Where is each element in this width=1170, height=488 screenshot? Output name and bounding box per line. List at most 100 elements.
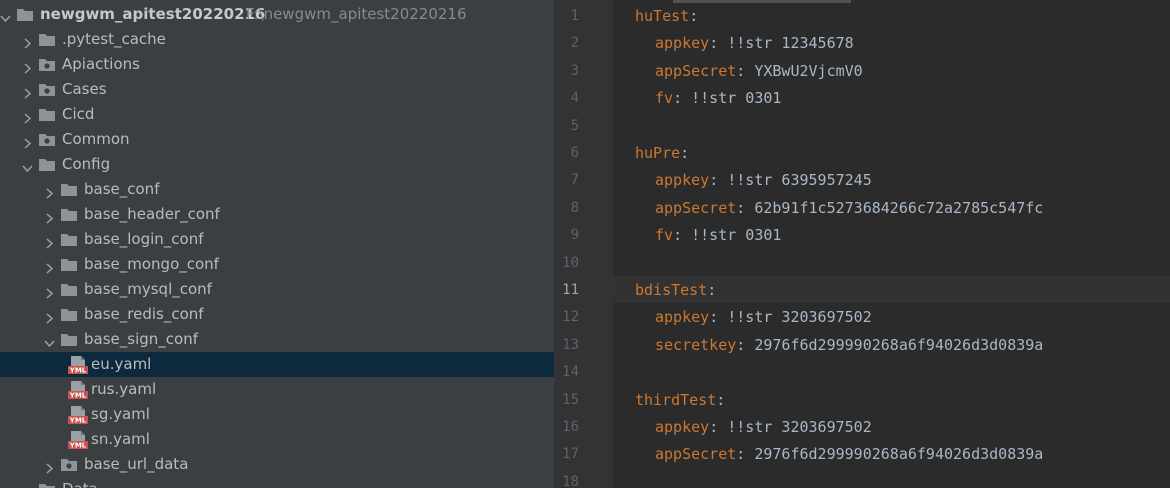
tree-node-newgwm-apitest20220216[interactable]: newgwm_apitest20220216 F:\newgwm_apitest2…	[0, 2, 554, 27]
folder-svg	[61, 209, 77, 221]
line-number: 18	[562, 473, 579, 488]
yaml-value: !!str 3203697502	[727, 308, 872, 327]
chevron-right-icon[interactable]	[22, 484, 33, 488]
code-line[interactable]: appSecret: 2976f6d299990268a6f94026d3d08…	[613, 440, 1170, 467]
chevron-right-icon[interactable]	[22, 34, 33, 49]
folder-svg	[17, 9, 33, 21]
chevron-right-icon[interactable]	[22, 134, 33, 149]
code-line[interactable]: bdisTest:	[613, 276, 1170, 303]
chevron-down-icon[interactable]	[44, 334, 55, 348]
chevron-right-icon[interactable]	[44, 234, 55, 249]
chevron-down-icon[interactable]	[0, 9, 11, 23]
tree-node-data[interactable]: Data	[0, 477, 554, 488]
code-line-text: bdisTest:	[635, 280, 716, 300]
chevron-down-icon[interactable]	[22, 159, 33, 173]
chevron-down-svg	[22, 165, 33, 173]
code-editor[interactable]: huTest: appkey: !!str 12345678 appSecret: …	[613, 0, 1170, 488]
code-line[interactable]: huPre:	[613, 139, 1170, 166]
code-line[interactable]: fv: !!str 0301	[613, 84, 1170, 111]
tree-node-base-url-data[interactable]: base_url_data	[0, 452, 554, 477]
code-line[interactable]: secretkey: 2976f6d299990268a6f94026d3d08…	[613, 331, 1170, 358]
chevron-right-icon[interactable]	[44, 184, 55, 199]
line-number: 1	[570, 8, 579, 24]
tree-node-base-conf[interactable]: base_conf	[0, 177, 554, 202]
code-line[interactable]: appkey: !!str 3203697502	[613, 413, 1170, 440]
tree-node-eu-yaml[interactable]: YML eu.yaml	[0, 352, 554, 377]
code-line-text: appSecret: 62b91f1c5273684266c72a2785c54…	[655, 198, 1043, 218]
tree-node-base-mongo-conf[interactable]: base_mongo_conf	[0, 252, 554, 277]
tree-node-label: Cicd	[62, 105, 95, 123]
code-line[interactable]	[613, 358, 1170, 385]
tree-node-cases[interactable]: Cases	[0, 77, 554, 102]
line-number: 7	[570, 172, 579, 189]
code-line[interactable]: fv: !!str 0301	[613, 221, 1170, 248]
tree-node-label: base_sign_conf	[84, 330, 198, 348]
yaml-key: appSecret	[655, 198, 737, 217]
code-line[interactable]: appkey: !!str 6395957245	[613, 166, 1170, 193]
yaml-value: YXBwU2VjcmV0	[754, 61, 863, 80]
folder-svg	[61, 309, 77, 321]
tree-node-sn-yaml[interactable]: YML sn.yaml	[0, 427, 554, 452]
folder-icon	[60, 307, 78, 322]
yaml-separator: :	[673, 89, 692, 108]
code-line[interactable]: huTest:	[613, 2, 1170, 29]
folder-icon	[60, 207, 78, 222]
yaml-key: fv	[655, 89, 674, 108]
code-line[interactable]: appSecret: YXBwU2VjcmV0	[613, 57, 1170, 84]
chevron-right-icon[interactable]	[44, 209, 55, 224]
chevron-right-icon[interactable]	[44, 309, 55, 324]
code-line-text: appkey: !!str 3203697502	[655, 417, 872, 437]
yaml-separator: :	[736, 335, 755, 354]
folder-svg	[61, 259, 77, 271]
chevron-right-icon[interactable]	[44, 284, 55, 299]
yaml-value: !!str 0301	[691, 89, 782, 108]
chevron-right-svg	[24, 113, 32, 124]
tree-node-base-header-conf[interactable]: base_header_conf	[0, 202, 554, 227]
folder-icon	[38, 107, 56, 122]
line-number: 11	[562, 282, 579, 298]
yaml-file-icon: YML	[68, 430, 88, 450]
tree-node-base-redis-conf[interactable]: base_redis_conf	[0, 302, 554, 327]
tree-node-base-sign-conf[interactable]: base_sign_conf	[0, 327, 554, 352]
code-line[interactable]	[613, 468, 1170, 488]
tree-node-config[interactable]: Config	[0, 152, 554, 177]
tree-node-common[interactable]: Common	[0, 127, 554, 152]
yaml-key: appSecret	[655, 445, 737, 464]
tree-node-label: base_redis_conf	[84, 305, 204, 323]
code-line[interactable]	[613, 112, 1170, 139]
yaml-file-svg: YML	[68, 356, 88, 375]
line-number: 3	[570, 62, 579, 79]
chevron-right-icon[interactable]	[22, 84, 33, 99]
tree-node-base-login-conf[interactable]: base_login_conf	[0, 227, 554, 252]
folder-icon	[38, 157, 56, 172]
folder-svg	[39, 84, 55, 96]
tree-node-pytest-cache[interactable]: .pytest_cache	[0, 27, 554, 52]
chevron-right-icon[interactable]	[44, 259, 55, 274]
folder-icon	[38, 482, 56, 488]
tree-node-base-mysql-conf[interactable]: base_mysql_conf	[0, 277, 554, 302]
svg-text:YML: YML	[69, 367, 87, 374]
project-tool-window: newgwm_apitest20220216 F:\newgwm_apitest2…	[0, 0, 554, 488]
tree-node-cicd[interactable]: Cicd	[0, 102, 554, 127]
yaml-value: !!str 12345678	[727, 34, 854, 53]
code-line[interactable]: appkey: !!str 12345678	[613, 29, 1170, 56]
yaml-key: bdisTest	[635, 281, 708, 299]
code-line[interactable]: thirdTest:	[613, 386, 1170, 413]
chevron-right-icon[interactable]	[22, 109, 33, 124]
chevron-right-icon[interactable]	[22, 59, 33, 74]
tree-node-apiactions[interactable]: Apiactions	[0, 52, 554, 77]
tree-node-rus-yaml[interactable]: YML rus.yaml	[0, 377, 554, 402]
folder-icon	[16, 7, 34, 22]
code-line[interactable]: appkey: !!str 3203697502	[613, 303, 1170, 330]
yaml-separator: :	[673, 226, 692, 245]
chevron-right-icon[interactable]	[44, 459, 55, 474]
folder-svg	[39, 134, 55, 146]
tree-node-sg-yaml[interactable]: YML sg.yaml	[0, 402, 554, 427]
code-line[interactable]	[613, 249, 1170, 276]
folder-svg	[61, 459, 77, 471]
yaml-value: 2976f6d299990268a6f94026d3d0839a	[754, 335, 1044, 354]
folder-svg	[39, 59, 55, 71]
code-line[interactable]: appSecret: 62b91f1c5273684266c72a2785c54…	[613, 194, 1170, 221]
chevron-right-svg	[24, 38, 32, 49]
yaml-separator: :	[716, 390, 726, 409]
